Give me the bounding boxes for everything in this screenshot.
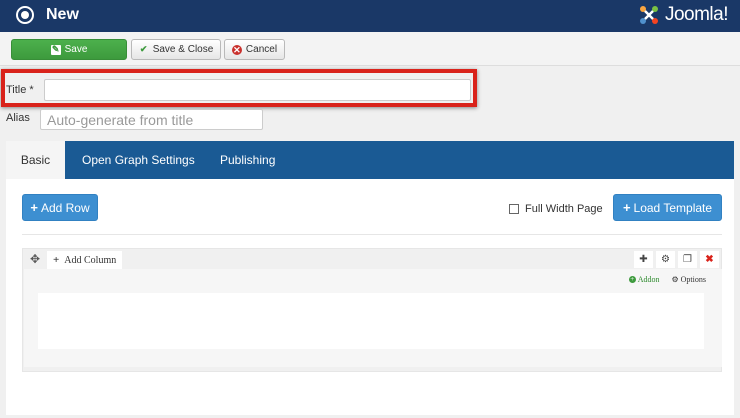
title-input[interactable] [44, 79, 471, 101]
cancel-label: Cancel [245, 44, 278, 55]
plus-icon: + [30, 200, 38, 215]
full-width-page-option[interactable]: Full Width Page [509, 203, 603, 215]
save-close-button[interactable]: ✔ Save & Close [131, 39, 221, 60]
row-header: ✥ + Add Column ✚ ⚙ ❐ ✖ [23, 249, 723, 269]
add-column-label: Add Column [64, 254, 117, 266]
save-label: Save [64, 44, 88, 55]
save-close-label: Save & Close [152, 44, 214, 55]
page-header: New Joomla! [0, 0, 740, 32]
main-content: Title * Alias Basic Open Graph Settings … [0, 67, 740, 418]
plus-icon: + [53, 254, 60, 266]
column-options-button[interactable]: ⚙ Options [671, 275, 706, 284]
builder-row: ✥ + Add Column ✚ ⚙ ❐ ✖ + Addon ⚙ Options [22, 248, 722, 372]
column-drop-zone[interactable] [38, 293, 704, 349]
tab-publishing[interactable]: Publishing [220, 141, 275, 179]
edit-icon: ✎ [50, 44, 61, 55]
add-row-button[interactable]: + Add Row [22, 194, 98, 221]
check-icon: ✔ [139, 44, 148, 54]
add-row-label: Add Row [40, 200, 90, 215]
delete-icon[interactable]: ✖ [700, 251, 719, 268]
divider [22, 234, 722, 235]
plus-icon: + [622, 200, 631, 215]
full-width-checkbox[interactable] [509, 204, 519, 214]
new-item-icon [16, 6, 34, 24]
column-area: + Addon ⚙ Options [24, 269, 722, 367]
gear-icon[interactable]: ⚙ [656, 251, 675, 268]
plus-circle-icon: + [628, 275, 636, 283]
cancel-icon: ✕ [231, 44, 242, 55]
copy-icon[interactable]: ❐ [678, 251, 697, 268]
page-title: New [46, 6, 79, 23]
tab-bar: Basic Open Graph Settings Publishing [6, 141, 734, 179]
tab-open-graph-settings[interactable]: Open Graph Settings [82, 141, 195, 179]
options-label: Options [680, 275, 706, 284]
page-builder-panel: + Add Row Full Width Page + Load Templat… [6, 179, 734, 415]
tab-basic[interactable]: Basic [6, 141, 65, 179]
addon-label: Addon [637, 275, 660, 284]
cancel-button[interactable]: ✕ Cancel [224, 39, 285, 60]
row-actions: ✚ ⚙ ❐ ✖ [634, 251, 719, 268]
full-width-label: Full Width Page [525, 203, 603, 215]
load-template-label: Load Template [633, 200, 713, 215]
add-addon-button[interactable]: + Addon [628, 275, 660, 284]
move-icon[interactable]: ✥ [27, 251, 43, 267]
save-button[interactable]: ✎ Save [11, 39, 127, 60]
alias-input[interactable] [40, 109, 263, 130]
load-template-button[interactable]: + Load Template [613, 194, 722, 221]
add-column-button[interactable]: + Add Column [47, 251, 123, 269]
gear-icon: ⚙ [671, 275, 679, 284]
joomla-logo-icon [639, 6, 658, 24]
column-tools: + Addon ⚙ Options [628, 275, 706, 284]
add-icon[interactable]: ✚ [634, 251, 653, 268]
title-label: Title * [6, 84, 34, 96]
toolbar: ✎ Save ✔ Save & Close ✕ Cancel [0, 32, 740, 66]
logo-text: Joomla! [664, 4, 729, 25]
joomla-logo[interactable]: Joomla! [637, 2, 729, 28]
alias-label: Alias [6, 112, 30, 124]
